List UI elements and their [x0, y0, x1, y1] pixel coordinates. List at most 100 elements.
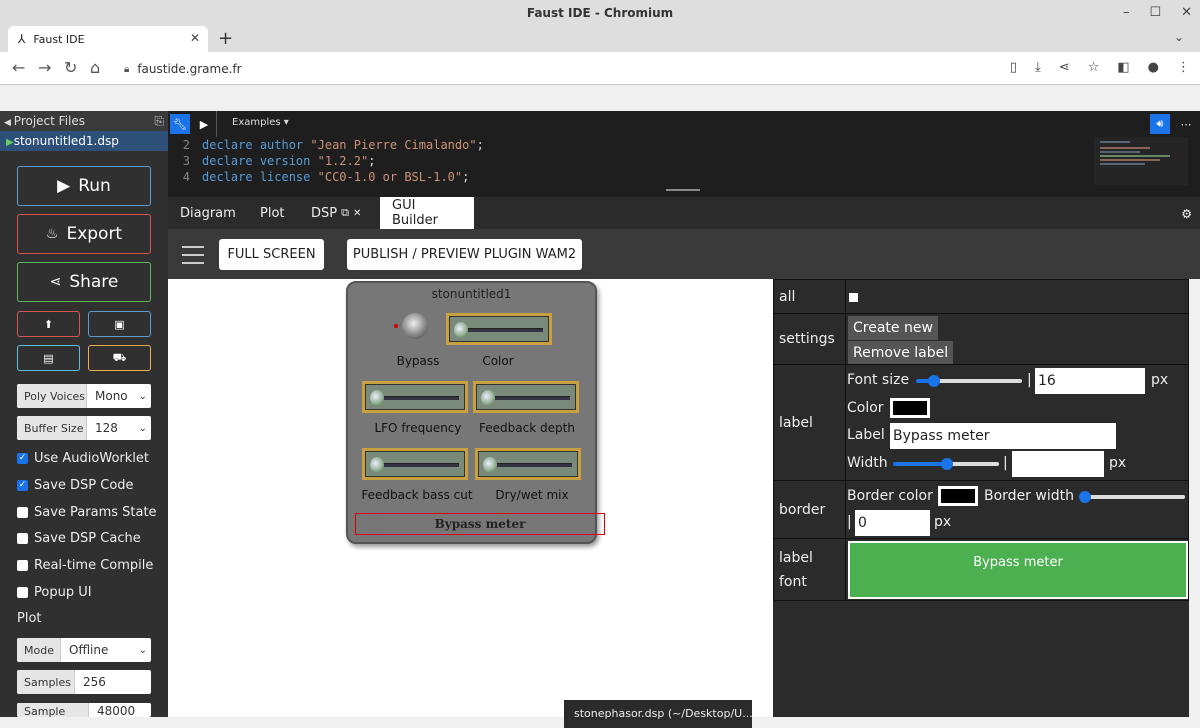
tab-close-icon[interactable]: ✕ — [190, 31, 200, 45]
label-color-swatch[interactable] — [890, 398, 930, 418]
width-slider[interactable] — [893, 458, 999, 470]
export-button[interactable]: ♨ Export — [17, 214, 151, 254]
code-editor[interactable]: 2 declare author "Jean Pierre Cimalando";… — [168, 137, 1200, 189]
new-tab-icon[interactable]: + — [218, 28, 233, 49]
deploy-button[interactable]: ⛟ — [88, 345, 151, 371]
maximize-icon[interactable]: ☐ — [1149, 0, 1161, 26]
checkbox-icon[interactable] — [17, 587, 28, 598]
external-link-icon[interactable]: ⧉ — [341, 206, 349, 220]
share-icon[interactable]: ⋖ — [1059, 60, 1070, 75]
sample-rate-input[interactable]: Sample Rate 48000 — [17, 703, 151, 717]
home-icon[interactable]: ⌂ — [90, 58, 100, 77]
width-input[interactable] — [1012, 451, 1104, 477]
bypass-meter[interactable]: Bypass meter — [355, 513, 605, 535]
border-width-label: Border width — [984, 488, 1074, 504]
popup-ui-checkbox[interactable]: Popup UI — [17, 585, 92, 600]
save-params-state-checkbox[interactable]: Save Params State — [17, 505, 157, 520]
full-screen-button[interactable]: FULL SCREEN — [219, 239, 324, 270]
examples-dropdown[interactable]: Examples ▾ — [232, 117, 289, 128]
play-icon[interactable]: ▶ — [194, 114, 214, 134]
border-width-slider[interactable] — [1079, 491, 1185, 503]
tab-diagram[interactable]: Diagram — [168, 197, 248, 229]
checkbox-checked-icon[interactable]: ✓ — [17, 453, 28, 464]
new-file-icon[interactable]: ⎘ — [154, 111, 164, 131]
save-dsp-cache-checkbox[interactable]: Save DSP Cache — [17, 531, 141, 546]
use-audioworklet-checkbox[interactable]: ✓ Use AudioWorklet — [17, 451, 149, 466]
back-icon[interactable]: ← — [12, 58, 25, 77]
save-button[interactable]: ▣ — [88, 311, 151, 337]
volume-icon[interactable]: 🔊︎ — [1150, 114, 1170, 134]
upload-button[interactable]: ⬆ — [17, 311, 80, 337]
prop-row-all: all — [773, 279, 1189, 314]
publish-button[interactable]: PUBLISH / PREVIEW PLUGIN WAM2 — [347, 239, 582, 270]
separator: | — [1027, 372, 1032, 388]
project-files-header[interactable]: ◀ Project Files ⎘ — [0, 111, 168, 131]
lfo-frequency-slider[interactable] — [362, 381, 468, 413]
realtime-compile-checkbox[interactable]: Real-time Compile — [17, 558, 153, 573]
minimize-icon[interactable]: – — [1123, 0, 1130, 26]
border-color-swatch[interactable] — [938, 486, 978, 506]
buffer-size-select[interactable]: Buffer Size 128 ⌄ — [17, 416, 151, 440]
plot-mode-select[interactable]: Mode Offline ⌄ — [17, 638, 151, 662]
sidepanel-icon[interactable]: ◧ — [1117, 60, 1129, 75]
forward-icon[interactable]: → — [38, 58, 51, 77]
feedback-bass-cut-slider[interactable] — [362, 448, 468, 480]
font-size-slider[interactable] — [916, 375, 1022, 387]
poly-voices-select[interactable]: Poly Voices Mono ⌄ — [17, 384, 151, 408]
tab-search-icon[interactable]: ⌄ — [1174, 30, 1184, 44]
font-size-input[interactable]: 16 — [1035, 368, 1145, 394]
clipboard-icon[interactable]: ▯ — [1010, 60, 1017, 75]
keyword: declare — [202, 154, 253, 168]
code-minimap[interactable] — [1094, 137, 1188, 185]
save-dsp-code-checkbox[interactable]: ✓ Save DSP Code — [17, 478, 134, 493]
more-icon[interactable]: ⋯ — [1176, 114, 1196, 134]
samples-input[interactable]: Samples 256 — [17, 670, 151, 694]
profile-icon[interactable]: ● — [1148, 60, 1159, 75]
gui-builder-toolbar: FULL SCREEN PUBLISH / PREVIEW PLUGIN WAM… — [168, 229, 1200, 279]
gear-icon[interactable]: ⚙ — [1181, 207, 1192, 221]
docs-button[interactable]: ▤ — [17, 345, 80, 371]
share-button[interactable]: ⋖ Share — [17, 262, 151, 302]
collapse-icon[interactable]: ◀ — [4, 118, 14, 128]
bypass-knob[interactable] — [402, 313, 428, 339]
drywet-mix-slider[interactable] — [475, 448, 581, 480]
checkbox-icon[interactable] — [17, 507, 28, 518]
samples-value[interactable]: 256 — [75, 670, 151, 694]
project-file-item[interactable]: ▶stonuntitled1.dsp — [0, 131, 168, 151]
checkbox-icon[interactable] — [17, 560, 28, 571]
window-thumbnail-title[interactable]: stonephasor.dsp (~/Desktop/U... — [564, 700, 752, 728]
close-icon[interactable]: ✕ — [353, 208, 361, 219]
font-preview-box[interactable]: Bypass meter — [848, 541, 1188, 599]
border-width-input[interactable]: 0 — [855, 510, 930, 536]
remove-label-button[interactable]: Remove label — [848, 341, 954, 365]
checkbox-icon[interactable] — [17, 533, 28, 544]
wrench-icon[interactable]: 🔧︎ — [170, 114, 190, 134]
create-new-button[interactable]: Create new — [848, 316, 938, 340]
feedback-depth-slider[interactable] — [473, 381, 579, 413]
toolbar-divider — [216, 111, 217, 137]
browser-tab[interactable]: ⅄ Faust IDE ✕ — [8, 26, 208, 52]
tab-plot[interactable]: Plot — [248, 197, 297, 229]
color-slider[interactable] — [446, 313, 552, 345]
address-bar[interactable]: 🔒︎ faustide.grame.fr — [116, 56, 996, 82]
label-input[interactable]: Bypass meter — [890, 423, 1116, 449]
plugin-panel[interactable]: stonuntitled1 Bypass Color LFO frequency… — [346, 281, 605, 544]
bookmark-star-icon[interactable]: ☆ — [1088, 60, 1100, 75]
drag-handle-icon[interactable] — [666, 189, 700, 191]
tab-dsp[interactable]: DSP ⧉ ✕ — [299, 197, 373, 229]
tab-gui-builder[interactable]: GUI Builder — [380, 197, 474, 229]
prop-key: label — [774, 365, 846, 480]
scrollbar[interactable] — [1189, 279, 1200, 717]
checkbox-checked-icon[interactable]: ✓ — [17, 480, 28, 491]
reload-icon[interactable]: ↻ — [64, 58, 77, 77]
hamburger-icon[interactable] — [182, 246, 204, 270]
run-button[interactable]: ▶ Run — [17, 166, 151, 206]
gui-canvas[interactable]: stonuntitled1 Bypass Color LFO frequency… — [168, 279, 773, 728]
close-icon[interactable]: ✕ — [1181, 0, 1192, 26]
sample-rate-value[interactable]: 48000 — [89, 703, 151, 717]
install-icon[interactable]: ⤓ — [1035, 60, 1041, 75]
buffer-size-value: 128 — [95, 421, 118, 435]
split-divider[interactable] — [168, 189, 1200, 197]
menu-kebab-icon[interactable]: ⋮ — [1177, 60, 1190, 75]
all-checkbox[interactable] — [849, 293, 858, 302]
